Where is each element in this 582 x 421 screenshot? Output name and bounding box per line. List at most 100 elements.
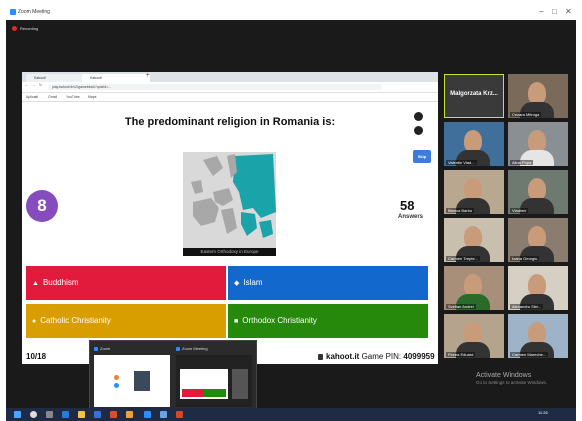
participant-name: Bianca Barbu (446, 208, 475, 213)
answers-label: Answers (398, 214, 424, 220)
site-label: kahoot.it (326, 352, 360, 361)
zoom-taskbar-icon[interactable] (144, 411, 151, 418)
preview-title: Zoom (100, 346, 111, 351)
preview-image (94, 355, 170, 407)
participant-tile[interactable]: Carmen Mareche... (508, 314, 568, 358)
answer-option-buddhism[interactable]: ▲ Buddhism (26, 266, 226, 300)
map-caption: Eastern Orthodoxy in Europe (183, 248, 276, 256)
maximize-button[interactable]: □ (552, 7, 557, 16)
taskbar-preview-popup: Zoom Zoom Meeting (89, 340, 257, 412)
zoom-icon (176, 346, 180, 351)
participant-name: Malgorzata Krz... (450, 91, 498, 97)
lock-icon (318, 353, 323, 360)
participant-tile[interactable]: Valentin Vlad... (444, 122, 504, 166)
recording-indicator[interactable]: Recording (12, 26, 39, 32)
task-view-icon[interactable] (46, 411, 53, 418)
chrome-icon[interactable] (110, 411, 117, 418)
diamond-icon: ◆ (234, 280, 240, 287)
bookmark-youtube[interactable]: YouTube (66, 95, 80, 99)
participant-tile[interactable]: Cezara Mitroga (508, 74, 568, 118)
participant-video (528, 82, 546, 104)
url-field[interactable]: play.kahoot.it/v2/gameblock?quizId=... (48, 84, 382, 90)
question-progress: 10/18 (26, 352, 47, 361)
answer-label: Islam (243, 278, 263, 287)
europe-map-icon (183, 152, 276, 248)
bookmark-gmail[interactable]: Gmail (48, 95, 57, 99)
participant-tile[interactable]: Ioana Georgiu (508, 218, 568, 262)
participant-name: Florea Eduard (446, 352, 476, 357)
participant-tile[interactable]: Svetlan Andrei (444, 266, 504, 310)
participant-tile[interactable]: Alexandru Sibi... (508, 266, 568, 310)
browser-tab-active[interactable]: Kahoot! (82, 74, 150, 82)
answer-option-orthodox[interactable]: ■ Orthodox Christianity (228, 304, 428, 338)
forward-icon[interactable]: → (32, 83, 36, 87)
game-pin-info: kahoot.it Game PIN: 4099959 (318, 352, 435, 361)
participant-video (464, 130, 482, 152)
firefox-icon[interactable] (126, 411, 133, 418)
tab-label: Kahoot! (90, 76, 103, 80)
answer-option-islam[interactable]: ◆ Islam (228, 266, 428, 300)
participant-name: Carmen Mareche... (510, 352, 549, 357)
activate-windows-watermark: Activate Windows Go to Settings to activ… (476, 372, 547, 385)
preview-image (176, 355, 252, 407)
settings-icon[interactable] (414, 126, 423, 135)
participant-tile[interactable]: Vladimir (508, 170, 568, 214)
browser-tab[interactable]: Kahoot! (26, 74, 88, 82)
participant-name: Vladimir (510, 208, 529, 213)
participant-tile[interactable]: Bianca Barbu (444, 170, 504, 214)
start-icon[interactable] (14, 411, 21, 418)
activate-subtitle: Go to Settings to activate Windows. (476, 380, 548, 385)
search-icon[interactable] (30, 411, 37, 418)
word-icon[interactable] (94, 411, 101, 418)
clock: 11:26 (538, 410, 548, 415)
europe-map-image: Eastern Orthodoxy in Europe (183, 152, 276, 256)
countdown-timer: 8 (26, 190, 58, 222)
bookmark-maps[interactable]: Maps (88, 95, 97, 99)
answer-label: Orthodox Christianity (242, 316, 317, 325)
window-title: Zoom Meeting (18, 9, 50, 15)
zoom-icon (94, 346, 98, 351)
participant-tile[interactable]: Florea Eduard (444, 314, 504, 358)
bookmark-apps[interactable]: Aplicații (26, 95, 38, 99)
minimize-button[interactable]: – (539, 7, 543, 16)
preview-title: Zoom Meeting (182, 346, 208, 351)
participant-tile[interactable]: Carmen Trepte... (444, 218, 504, 262)
square-icon: ■ (234, 318, 239, 325)
preview-caption: Zoom (94, 345, 170, 353)
answer-label: Catholic Christianity (40, 316, 111, 325)
participant-tile[interactable]: Malgorzata Krz... (444, 74, 504, 118)
answers-count: 58 (400, 198, 415, 213)
participant-tile[interactable]: Alina Popa (508, 122, 568, 166)
participant-name: Alexandru Sibi... (510, 304, 544, 309)
recording-label: Recording (20, 26, 39, 31)
participant-name: Carmen Trepte... (446, 256, 481, 261)
back-icon[interactable]: ← (25, 83, 29, 87)
shared-screen: Kahoot! Kahoot! + ← → ↻ play.kahoot.it/v… (22, 72, 438, 364)
answer-option-catholic[interactable]: ● Catholic Christianity (26, 304, 226, 338)
participant-name: Valentin Vlad... (446, 160, 477, 165)
app-icon[interactable] (160, 411, 167, 418)
browser-tabbar: Kahoot! Kahoot! + (22, 72, 438, 82)
participant-name: Svetlan Andrei (446, 304, 476, 309)
new-tab-button[interactable]: + (146, 73, 150, 79)
circle-icon: ● (32, 318, 37, 325)
edge-icon[interactable] (62, 411, 69, 418)
participant-video (464, 322, 482, 344)
powerpoint-icon[interactable] (176, 411, 183, 418)
participant-video (528, 130, 546, 152)
zoom-window: Zoom Meeting – □ ✕ Recording Kahoot! Kah… (6, 4, 576, 412)
sound-icon[interactable] (414, 112, 423, 121)
tab-label: Kahoot! (34, 76, 47, 80)
file-explorer-icon[interactable] (78, 411, 85, 418)
window-titlebar: Zoom Meeting – □ ✕ (6, 4, 576, 20)
window-preview-zoom-meeting[interactable]: Zoom Meeting (176, 345, 252, 407)
activate-title: Activate Windows (476, 372, 532, 379)
reload-icon[interactable]: ↻ (39, 83, 42, 87)
participant-video (464, 226, 482, 248)
participant-video (528, 274, 546, 296)
close-button[interactable]: ✕ (565, 7, 572, 16)
game-pin: 4099959 (403, 352, 435, 361)
zoom-logo-icon (10, 9, 16, 15)
window-preview-zoom[interactable]: Zoom (94, 345, 170, 407)
skip-button[interactable]: Skip (413, 150, 431, 163)
